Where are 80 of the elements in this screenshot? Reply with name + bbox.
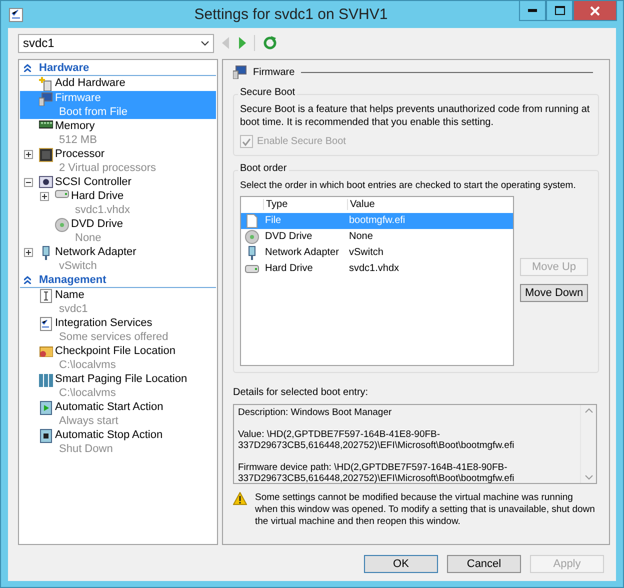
tree-item[interactable]: Memory 512 MB bbox=[20, 119, 216, 147]
tree-item[interactable]: Name svdc1 bbox=[20, 288, 216, 316]
text-cursor-icon bbox=[40, 289, 52, 303]
column-header[interactable]: Value bbox=[347, 199, 513, 210]
close-button[interactable] bbox=[573, 1, 617, 21]
expand-icon[interactable] bbox=[24, 150, 33, 159]
tree-item[interactable]: Smart Paging File Location C:\localvms bbox=[20, 372, 216, 400]
collapse-icon[interactable] bbox=[24, 178, 33, 187]
maximize-icon bbox=[554, 6, 564, 15]
computer-icon bbox=[233, 65, 247, 79]
dialog-button[interactable]: Cancel bbox=[447, 555, 521, 573]
warning-text: Some settings cannot be modified because the virtual machine was running when this window was opened. To modify a setting that is unavailable, shut down the virtual machine and then reopen this window. bbox=[255, 492, 595, 528]
warning-icon bbox=[233, 492, 247, 504]
entry-type: DVD Drive bbox=[264, 231, 314, 242]
window-title: Settings for svdc1 on SVHV1 bbox=[193, 6, 389, 23]
entry-value: bootmgfw.efi bbox=[348, 215, 406, 226]
tree-item[interactable]: Processor 2 Virtual processors bbox=[20, 147, 216, 175]
entry-type: File bbox=[264, 215, 282, 226]
details-text: Value: \HD(2,GPTDBE7F597-164B-41E8-90FB-337D29673CB5,616448,202752)\EFI\Microsoft\Boot\bootmgfw.efi bbox=[238, 428, 516, 450]
entry-type: Network Adapter bbox=[264, 247, 340, 258]
column-header[interactable]: Type bbox=[263, 199, 347, 210]
tree-item[interactable]: Integration Services Some services offered bbox=[20, 316, 216, 344]
boot-entry-row[interactable]: Network Adapter vSwitch bbox=[241, 244, 513, 260]
collapse-chevron-icon[interactable] bbox=[24, 276, 31, 284]
memory-stack-icon bbox=[39, 373, 53, 387]
boot-entry-row[interactable]: DVD Drive None bbox=[241, 228, 513, 244]
hard-drive-icon bbox=[55, 190, 69, 198]
entry-value: vSwitch bbox=[348, 247, 384, 258]
checklist-icon bbox=[40, 317, 52, 331]
details-text: Description: Windows Boot Manager bbox=[238, 406, 393, 418]
tree-section-header[interactable]: Management bbox=[20, 273, 216, 288]
controller-icon bbox=[39, 176, 53, 188]
disc-icon bbox=[245, 230, 259, 244]
details-label: Details for selected boot entry: bbox=[233, 386, 370, 398]
processor-icon bbox=[39, 148, 53, 162]
close-icon bbox=[590, 6, 600, 16]
boot-entry-row[interactable]: Hard Drive svdc1.vhdx bbox=[241, 260, 513, 276]
hard-drive-icon bbox=[245, 264, 259, 272]
expand-icon[interactable] bbox=[24, 248, 33, 257]
minimize-icon bbox=[528, 9, 537, 12]
entry-type: Hard Drive bbox=[264, 263, 314, 274]
tree-item[interactable]: Network Adapter vSwitch bbox=[20, 245, 216, 273]
boot-order-instruction: Select the order in which boot entries are checked to start the operating system. bbox=[240, 178, 577, 192]
collapse-chevron-icon[interactable] bbox=[24, 64, 31, 72]
folder-icon bbox=[39, 345, 53, 357]
entry-value: None bbox=[348, 231, 374, 242]
checkbox-label: Enable Secure Boot bbox=[257, 136, 346, 147]
play-icon bbox=[40, 401, 52, 415]
memory-icon bbox=[39, 120, 53, 130]
entry-value: svdc1.vhdx bbox=[348, 263, 400, 274]
settings-app-icon bbox=[9, 8, 23, 22]
section-title: Hardware bbox=[39, 62, 90, 74]
hardware-add-icon bbox=[39, 77, 53, 91]
network-adapter-icon bbox=[41, 246, 51, 260]
move-button[interactable]: Move Down bbox=[520, 284, 588, 302]
network-adapter-icon bbox=[247, 246, 257, 260]
refresh-icon[interactable] bbox=[263, 36, 277, 50]
tree-item[interactable]: Automatic Start Action Always start bbox=[20, 400, 216, 428]
vm-select[interactable]: svdc1 bbox=[18, 34, 214, 52]
section-title: Management bbox=[39, 274, 106, 286]
file-icon bbox=[246, 214, 258, 228]
tree-item[interactable]: SCSI Controller bbox=[20, 175, 216, 189]
group-title: Secure Boot bbox=[238, 87, 298, 98]
stop-icon bbox=[40, 429, 52, 443]
computer-icon bbox=[39, 92, 53, 106]
tree-item[interactable]: Hard Drive svdc1.vhdx bbox=[20, 189, 216, 217]
minimize-button[interactable] bbox=[519, 1, 546, 21]
secure-boot-description: Secure Boot is a feature that helps prevents unauthorized code from running at boot time. It is recommended that you enable this setting. bbox=[240, 103, 591, 129]
maximize-button[interactable] bbox=[546, 1, 573, 21]
dialog-button[interactable]: OK bbox=[364, 555, 438, 573]
expand-icon[interactable] bbox=[40, 192, 49, 201]
details-text: Firmware device path: \HD(2,GPTDBE7F597-164B-41E8-90FB-337D29673CB5,616448,202752)\EFI\Microsoft\Boot\bootmgfw.efi bbox=[238, 462, 516, 484]
group-title: Boot order bbox=[238, 162, 289, 174]
tree-item[interactable]: Automatic Stop Action Shut Down bbox=[20, 428, 216, 456]
tree-item[interactable]: DVD Drive None bbox=[20, 217, 216, 245]
disc-icon bbox=[55, 218, 69, 232]
tree-section-header[interactable]: Hardware bbox=[20, 61, 216, 76]
tree-item[interactable]: Checkpoint File Location C:\localvms bbox=[20, 344, 216, 372]
tree-item[interactable]: Add Hardware bbox=[20, 76, 216, 91]
panel-title: Firmware bbox=[253, 66, 295, 78]
